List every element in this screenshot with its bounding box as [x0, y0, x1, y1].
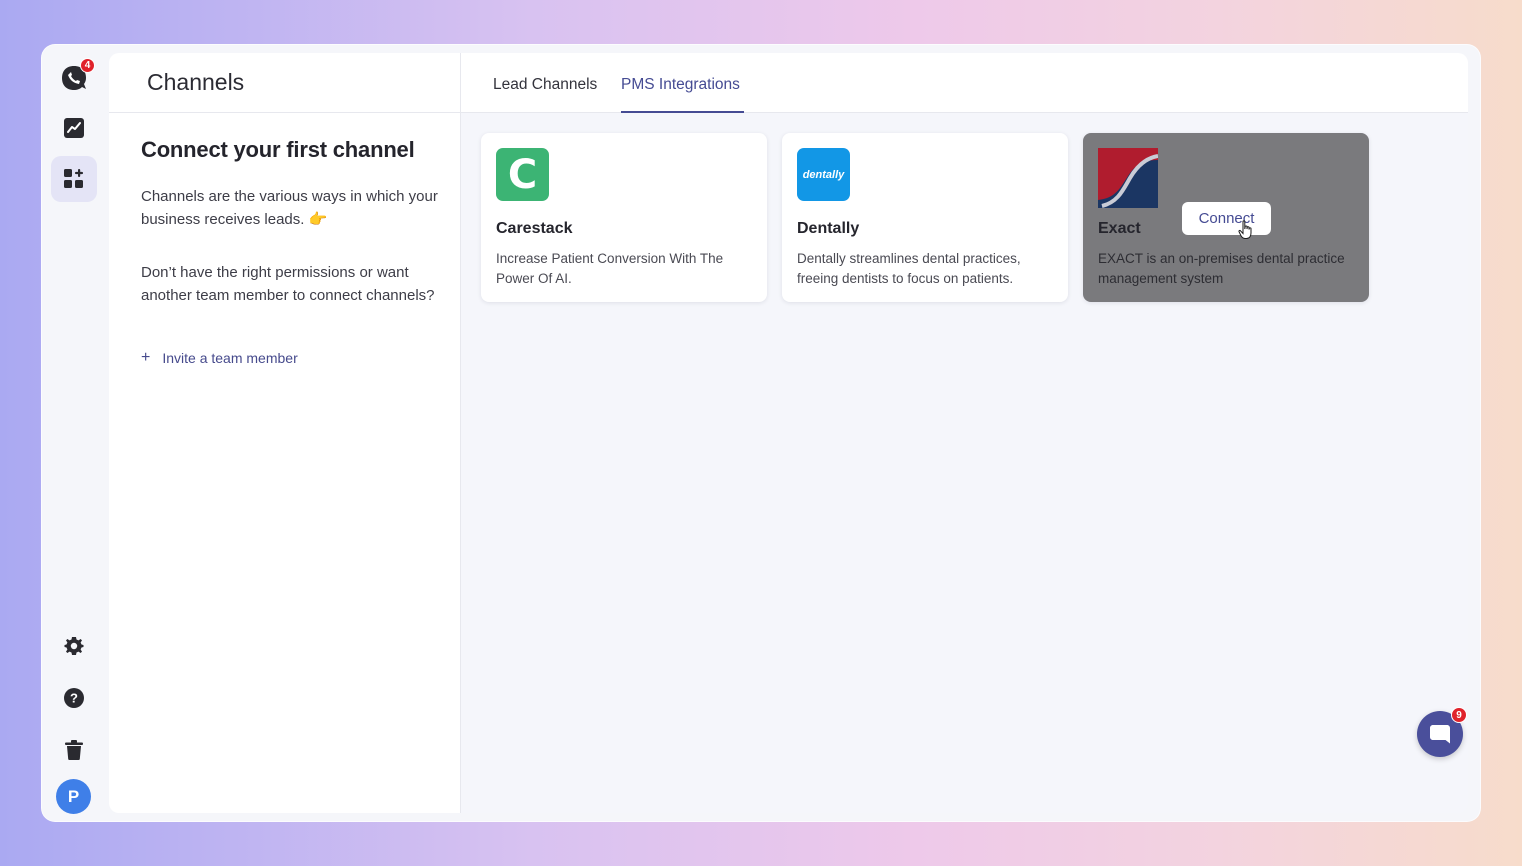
page-header: Channels — [109, 53, 460, 113]
analytics-icon — [64, 118, 84, 138]
tab-lead-channels[interactable]: Lead Channels — [493, 76, 597, 94]
integration-name: Carestack — [496, 220, 573, 237]
help-icon: ? — [64, 688, 84, 708]
exact-logo-graphic — [1098, 148, 1158, 208]
trash-button[interactable] — [51, 727, 97, 773]
tab-bar: Lead Channels PMS Integrations — [461, 53, 1468, 113]
channels-icon — [64, 169, 83, 188]
chat-button[interactable]: 9 — [1417, 707, 1467, 757]
tab-pms-integrations[interactable]: PMS Integrations — [621, 76, 740, 94]
channels-sidebar: Channels Connect your first channel Chan… — [109, 53, 461, 813]
dentally-logo-text: dentally — [802, 168, 845, 181]
integration-description: Dentally streamlines dental practices, f… — [797, 251, 1021, 286]
nav-rail: 4 ? P — [42, 45, 106, 821]
svg-text:?: ? — [70, 691, 78, 706]
connect-button[interactable]: Connect — [1182, 202, 1271, 235]
intro-text: Channels are the various ways in which y… — [141, 188, 438, 228]
integration-description: EXACT is an on-premises dental practice … — [1098, 251, 1345, 286]
chat-icon — [1430, 725, 1450, 744]
active-tab-indicator — [621, 111, 744, 113]
hand-cursor-icon — [1238, 220, 1252, 239]
user-avatar[interactable]: P — [56, 779, 91, 814]
app-window: 4 ? P Channels Connect your first channe… — [41, 44, 1481, 822]
plus-icon: + — [141, 349, 151, 366]
integration-card-exact[interactable]: Exact EXACT is an on-premises dental pra… — [1083, 133, 1369, 302]
integration-name: Exact — [1098, 220, 1141, 237]
exact-logo — [1098, 148, 1158, 208]
channels-button[interactable] — [51, 156, 97, 202]
notification-badge: 4 — [80, 58, 95, 73]
chat-unread-badge: 9 — [1451, 707, 1467, 723]
integration-description: Increase Patient Conversion With The Pow… — [496, 251, 724, 286]
integration-card-carestack[interactable]: C Carestack Increase Patient Conversion … — [481, 133, 767, 302]
settings-icon — [64, 637, 84, 655]
trash-icon — [65, 740, 83, 760]
connect-title: Connect your first channel — [141, 137, 415, 162]
app-logo-button[interactable]: 4 — [51, 55, 97, 101]
analytics-button[interactable] — [51, 105, 97, 151]
invite-team-member-link[interactable]: + Invite a team member — [141, 349, 298, 367]
integrations-panel: Lead Channels PMS Integrations C Caresta… — [461, 53, 1468, 813]
invite-label: Invite a team member — [162, 350, 298, 366]
help-button[interactable]: ? — [51, 675, 97, 721]
permissions-text: Don’t have the right permissions or want… — [141, 264, 435, 304]
integration-name: Dentally — [797, 220, 860, 237]
integration-card-dentally[interactable]: dentally Dentally Dentally streamlines d… — [782, 133, 1068, 302]
dentally-logo: dentally — [797, 148, 850, 201]
settings-button[interactable] — [51, 623, 97, 669]
carestack-logo: C — [496, 148, 549, 201]
carestack-logo-text: C — [507, 151, 538, 198]
page-title: Channels — [147, 69, 245, 95]
